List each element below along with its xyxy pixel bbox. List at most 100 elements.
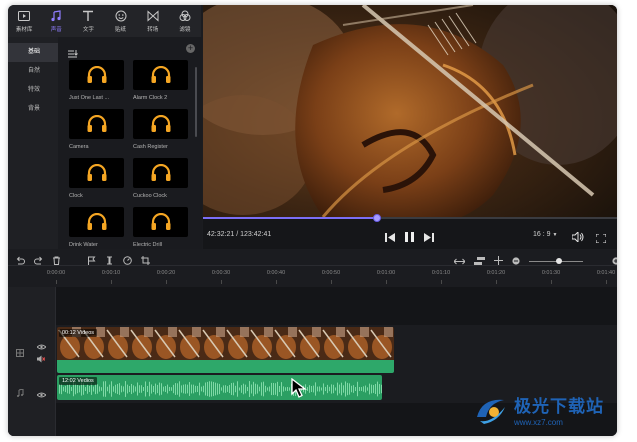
clip-frame xyxy=(225,327,249,360)
waveform-bar xyxy=(163,386,164,392)
video-clip[interactable]: 00:12 Videos xyxy=(57,327,394,373)
aspect-ratio-select[interactable]: 16 : 9 ▼ xyxy=(533,231,557,238)
audio-item[interactable]: Drink Water xyxy=(69,207,124,248)
waveform-bar xyxy=(113,386,114,392)
ruler-tick-mark xyxy=(551,280,552,284)
waveform-bar xyxy=(155,383,156,395)
tab-text[interactable]: 文字 xyxy=(74,10,102,33)
waveform-bar xyxy=(245,384,246,394)
waveform-bar xyxy=(125,381,126,397)
waveform-bar xyxy=(61,383,62,395)
tab-sticker[interactable]: 贴纸 xyxy=(107,10,135,33)
video-track: 00:12 Videos xyxy=(8,325,617,373)
track-header xyxy=(8,373,56,403)
waveform-bar xyxy=(343,385,344,393)
waveform-bar xyxy=(85,387,86,391)
waveform-bar xyxy=(267,387,268,391)
headphones-icon xyxy=(151,66,170,83)
volume-icon[interactable] xyxy=(571,229,584,247)
audio-clip-label: 12:02 Vedios xyxy=(59,377,97,385)
aspect-ratio-value: 16 : 9 xyxy=(533,231,551,238)
waveform-bar xyxy=(339,384,340,394)
waveform-bar xyxy=(249,381,250,397)
headphones-icon xyxy=(87,115,106,132)
waveform-bar xyxy=(335,387,336,391)
waveform-bar xyxy=(147,385,148,393)
clip-frame xyxy=(321,327,345,360)
waveform-bar xyxy=(317,386,318,392)
waveform-bar xyxy=(97,384,98,394)
audio-item[interactable]: Just One Last ... xyxy=(69,60,124,101)
step-back-icon[interactable] xyxy=(385,229,395,247)
category-basic[interactable]: 基础 xyxy=(8,43,58,62)
waveform-bar xyxy=(333,384,334,394)
audio-item[interactable]: Camera xyxy=(69,109,124,150)
pause-icon[interactable] xyxy=(405,229,414,247)
waveform-bar xyxy=(167,384,168,394)
waveform-bar xyxy=(247,386,248,392)
headphones-icon xyxy=(87,164,106,181)
ruler-tick-mark xyxy=(606,280,607,284)
waveform-bar xyxy=(65,385,66,393)
waveform-bar xyxy=(101,387,102,391)
waveform-bar xyxy=(329,386,330,392)
audio-item-label: Cuckoo Clock xyxy=(133,193,167,199)
audio-library-panel: + Just One Last ... Alarm Clock 2 Camera… xyxy=(58,37,202,249)
sticker-icon xyxy=(114,10,128,23)
waveform-bar xyxy=(151,384,152,394)
waveform-bar xyxy=(173,384,174,394)
waveform-bar xyxy=(227,386,228,392)
waveform-bar xyxy=(87,384,88,394)
ruler-tick-mark xyxy=(331,280,332,284)
add-icon[interactable]: + xyxy=(186,44,195,53)
film-icon xyxy=(16,344,24,362)
tab-filter[interactable]: 滤镜 xyxy=(171,10,199,33)
step-forward-icon[interactable] xyxy=(424,229,434,247)
zoom-slider[interactable] xyxy=(529,257,583,265)
waveform-bar xyxy=(325,386,326,392)
audio-thumbnail xyxy=(133,109,188,139)
waveform-bar xyxy=(123,386,124,392)
ruler-tick-label: 0:00:20 xyxy=(156,270,176,276)
fullscreen-icon[interactable] xyxy=(595,230,607,248)
category-nature[interactable]: 自然 xyxy=(8,62,58,81)
audio-item[interactable]: Clock xyxy=(69,158,124,199)
audio-clip[interactable]: 12:02 Vedios xyxy=(57,375,382,400)
mute-icon[interactable] xyxy=(37,350,46,368)
media-scrollbar[interactable] xyxy=(195,67,197,137)
waveform-bar xyxy=(131,383,132,395)
visibility-eye-icon[interactable] xyxy=(36,385,47,403)
waveform-bar xyxy=(331,384,332,394)
clip-frame xyxy=(153,327,177,360)
clip-frame xyxy=(369,327,393,360)
audio-item[interactable]: Cuckoo Clock xyxy=(133,158,188,199)
zoom-slider-knob[interactable] xyxy=(556,258,562,264)
progress-handle[interactable] xyxy=(372,214,381,222)
waveform-bar xyxy=(77,384,78,394)
waveform-bar xyxy=(75,383,76,395)
waveform-bar xyxy=(211,381,212,397)
clip-frame xyxy=(201,327,225,360)
tab-audio[interactable]: 声音 xyxy=(42,10,70,33)
waveform-bar xyxy=(251,384,252,394)
tab-transition[interactable]: 转场 xyxy=(139,10,167,33)
audio-item[interactable]: Cash Register xyxy=(133,109,188,150)
audio-waveform xyxy=(59,381,382,397)
category-effects[interactable]: 特效 xyxy=(8,81,58,100)
category-background[interactable]: 背景 xyxy=(8,100,58,119)
caret-down-icon: ▼ xyxy=(552,232,558,238)
audio-item[interactable]: Electric Drill xyxy=(133,207,188,248)
audio-item[interactable]: Alarm Clock 2 xyxy=(133,60,188,101)
playback-progress-bar[interactable] xyxy=(203,214,617,222)
watermark-title: 极光下载站 xyxy=(514,397,604,416)
tab-media-library[interactable]: 素材库 xyxy=(10,10,38,33)
ruler-tick-label: 0:00:40 xyxy=(266,270,286,276)
waveform-bar xyxy=(349,383,350,395)
waveform-bar xyxy=(99,386,100,392)
waveform-bar xyxy=(253,381,254,397)
audio-item-label: Alarm Clock 2 xyxy=(133,95,168,101)
waveform-bar xyxy=(223,385,224,393)
timeline-ruler[interactable]: 0:00:00 0:00:10 0:00:20 0:00:30 0:00:40 0:00:… xyxy=(8,265,617,288)
waveform-bar xyxy=(105,381,106,397)
waveform-bar xyxy=(307,387,308,391)
